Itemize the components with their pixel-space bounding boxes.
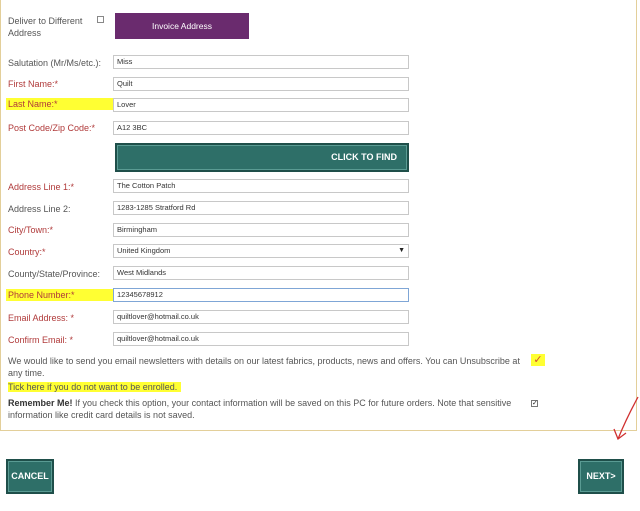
last-name-label: Last Name:* bbox=[8, 99, 58, 109]
county-input[interactable]: West Midlands bbox=[113, 266, 409, 280]
deliver-different-label: Deliver to Different Address bbox=[8, 16, 83, 38]
address2-input[interactable]: 1283-1285 Stratford Rd bbox=[113, 201, 409, 215]
city-input[interactable]: Birmingham bbox=[113, 223, 409, 237]
confirm-email-label: Confirm Email: * bbox=[8, 335, 74, 345]
remember-me-section: Remember Me! If you check this option, y… bbox=[8, 397, 528, 421]
postcode-input[interactable]: A12 3BC bbox=[113, 121, 409, 135]
dropdown-arrow-icon: ▼ bbox=[398, 247, 405, 254]
postcode-label: Post Code/Zip Code:* bbox=[8, 123, 96, 133]
confirm-email-input[interactable]: quiltlover@hotmail.co.uk bbox=[113, 332, 409, 346]
annotation-arrow-icon bbox=[613, 396, 639, 441]
email-label: Email Address: * bbox=[8, 313, 75, 323]
newsletter-tick-text: Tick here if you do not want to be enrol… bbox=[8, 382, 182, 392]
remember-me-checkbox[interactable]: ✓ bbox=[531, 400, 538, 407]
click-to-find-button[interactable]: CLICK TO FIND bbox=[115, 143, 409, 172]
address1-label: Address Line 1:* bbox=[8, 182, 75, 192]
address1-input[interactable]: The Cotton Patch bbox=[113, 179, 409, 193]
city-label: City/Town:* bbox=[8, 225, 54, 235]
newsletter-text: We would like to send you email newslett… bbox=[8, 356, 520, 378]
country-label: Country:* bbox=[8, 247, 46, 257]
county-label: County/State/Province: bbox=[8, 269, 101, 279]
first-name-label: First Name:* bbox=[8, 79, 59, 89]
remember-me-title: Remember Me! bbox=[8, 398, 73, 408]
last-name-input[interactable]: Lover bbox=[113, 98, 409, 112]
salutation-label: Salutation (Mr/Ms/etc.): bbox=[8, 58, 102, 68]
email-input[interactable]: quiltlover@hotmail.co.uk bbox=[113, 310, 409, 324]
phone-label: Phone Number:* bbox=[8, 290, 75, 300]
newsletter-section: We would like to send you email newslett… bbox=[8, 355, 528, 393]
remember-me-text: If you check this option, your contact i… bbox=[8, 398, 512, 420]
salutation-input[interactable]: Miss bbox=[113, 55, 409, 69]
cancel-button[interactable]: CANCEL bbox=[6, 459, 54, 494]
country-select[interactable]: United Kingdom ▼ bbox=[113, 244, 409, 258]
invoice-address-button[interactable]: Invoice Address bbox=[115, 13, 249, 39]
first-name-input[interactable]: Quilt bbox=[113, 77, 409, 91]
newsletter-checkbox[interactable]: ✓ bbox=[531, 354, 545, 366]
deliver-different-checkbox[interactable] bbox=[97, 16, 104, 23]
address2-label: Address Line 2: bbox=[8, 204, 71, 214]
country-select-value: United Kingdom bbox=[117, 246, 171, 255]
phone-input[interactable]: 12345678912 bbox=[113, 288, 409, 302]
next-button[interactable]: NEXT> bbox=[578, 459, 624, 494]
